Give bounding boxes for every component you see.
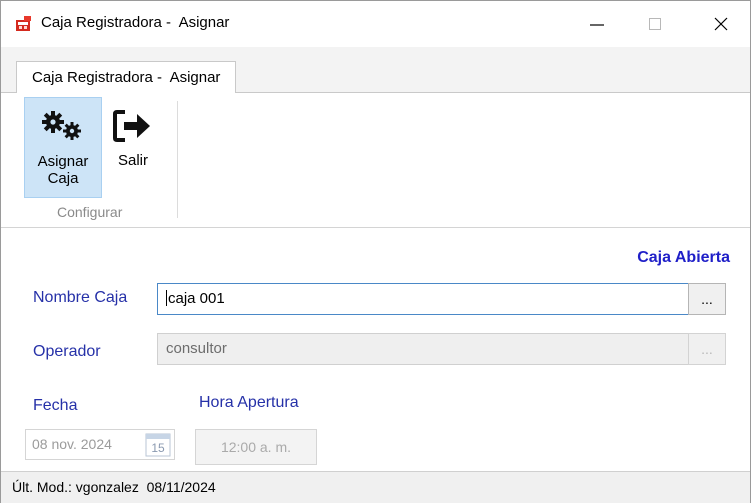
app-icon: [16, 16, 31, 31]
maximize-icon: [649, 18, 661, 30]
ribbon: Asignar Caja Salir Configurar: [1, 93, 750, 228]
operador-browse-button[interactable]: ...: [688, 333, 726, 365]
hora-apertura-time-picker[interactable]: 12:00 a. m.: [195, 429, 317, 465]
ribbon-group-separator: [177, 101, 178, 218]
hora-value: 12:00 a. m.: [220, 439, 292, 455]
calendar-icon[interactable]: 15: [145, 431, 171, 457]
hora-apertura-label: Hora Apertura: [199, 394, 299, 411]
nombre-caja-value: caja 001: [168, 290, 225, 307]
nombre-caja-browse-button[interactable]: ...: [688, 283, 726, 315]
status-bar: Últ. Mod.: vgonzalez 08/11/2024: [1, 471, 750, 503]
fecha-label: Fecha: [33, 397, 78, 414]
assign-label-line1: Asignar: [37, 153, 89, 170]
exit-label: Salir: [117, 152, 148, 169]
gears-icon: [42, 111, 81, 140]
window-title: Caja Registradora - Asignar: [41, 14, 230, 31]
calendar-day: 15: [151, 441, 165, 455]
text-cursor: [166, 290, 167, 306]
operador-input[interactable]: consultor: [157, 333, 689, 365]
fecha-value: 08 nov. 2024: [32, 436, 112, 452]
window: Caja Registradora - Asignar Caja Registr…: [0, 0, 751, 503]
status-label: Caja Abierta: [637, 249, 730, 266]
operador-label: Operador: [33, 343, 101, 360]
nombre-caja-input[interactable]: caja 001: [157, 283, 689, 315]
assign-label-line2: Caja: [47, 170, 79, 187]
operador-value: consultor: [166, 340, 227, 357]
exit-button[interactable]: Salir: [107, 97, 159, 198]
title-bar: Caja Registradora - Asignar: [1, 1, 750, 47]
maximize-button[interactable]: [632, 1, 678, 47]
minimize-button[interactable]: [574, 1, 620, 47]
close-icon: [714, 17, 728, 31]
minimize-icon: [590, 24, 604, 26]
tab-caja-registradora-asignar[interactable]: Caja Registradora - Asignar: [16, 61, 237, 94]
close-button[interactable]: [698, 1, 744, 47]
nombre-caja-label: Nombre Caja: [33, 289, 128, 306]
assign-box-button[interactable]: Asignar Caja: [24, 97, 102, 198]
ribbon-group-label: Configurar: [57, 204, 123, 220]
ribbon-tab-strip: Caja Registradora - Asignar: [1, 47, 750, 94]
exit-icon: [113, 110, 150, 142]
